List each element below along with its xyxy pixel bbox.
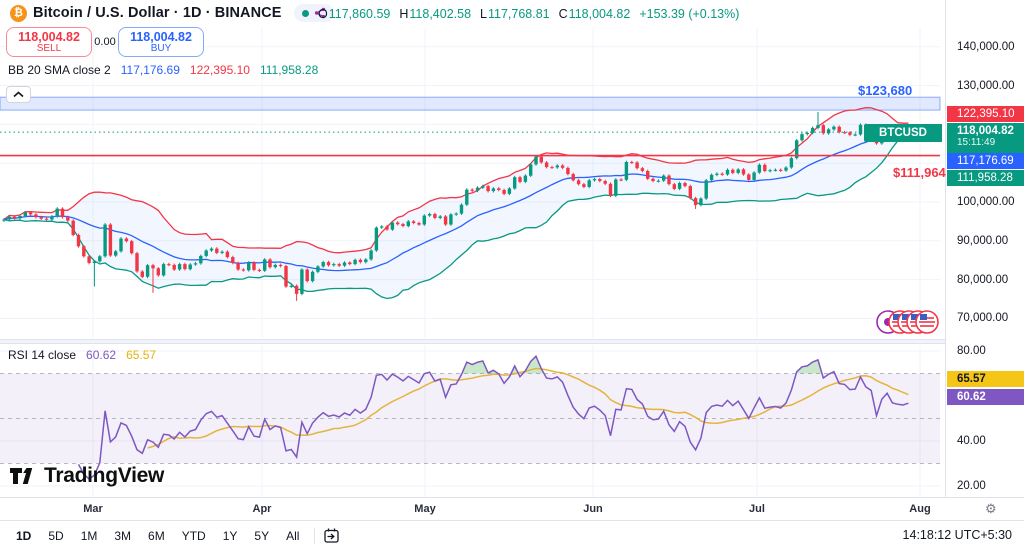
tradingview-chart-app: USD 122,395.10 118,004.82 15:11:49 117,1…	[0, 0, 1024, 550]
spread-value: 0.00	[94, 36, 116, 48]
market-open-dot-icon	[301, 9, 309, 17]
sell-button[interactable]: 118,004.82 SELL	[6, 27, 92, 57]
range-switcher: 1D 5D 1M 3M 6M YTD 1Y 5Y All	[6, 525, 306, 547]
resistance-price-label: $123,680	[858, 83, 913, 98]
rsi-tick-label: 40.00	[957, 435, 986, 447]
tradingview-logo[interactable]: TradingView	[10, 464, 164, 488]
collapse-pane-button[interactable]	[6, 86, 31, 103]
change-value: +153.39 (+0.13%)	[639, 7, 740, 21]
rsi-tick-label: 20.00	[957, 480, 986, 492]
bb-basis-axis-tag: 117,176.69	[947, 153, 1024, 169]
range-button-3m[interactable]: 3M	[107, 525, 138, 547]
flag-stack-icon	[876, 310, 939, 334]
axis-settings-gear-icon[interactable]: ⚙	[985, 501, 997, 517]
bb-title: BB 20 SMA close 2	[8, 63, 111, 77]
close-value: 118,004.82	[568, 7, 631, 21]
buy-button[interactable]: 118,004.82 BUY	[118, 27, 204, 57]
clock-timezone[interactable]: 14:18:12 UTC+5:30	[903, 528, 1012, 542]
month-label: Jul	[749, 503, 765, 515]
bb-basis-value: 117,176.69	[120, 63, 180, 77]
symbol-price-tag: BTCUSD	[864, 124, 942, 142]
range-button-1d[interactable]: 1D	[9, 525, 38, 547]
range-button-all[interactable]: All	[279, 525, 306, 547]
go-to-date-icon[interactable]	[323, 527, 340, 544]
price-tick-label: 80,000.00	[957, 273, 1009, 286]
chevron-up-icon	[13, 91, 24, 98]
bar-countdown: 15:11:49	[957, 137, 996, 148]
range-button-ytd[interactable]: YTD	[175, 525, 213, 547]
time-axis[interactable]: Mar Apr May Jun Jul Aug ⚙	[0, 497, 1024, 520]
ohlc-readout: O117,860.59 H118,402.58 L117,768.81 C118…	[318, 7, 740, 21]
range-button-5d[interactable]: 5D	[41, 525, 70, 547]
bb-lower-axis-tag: 111,958.28	[947, 170, 1024, 186]
last-price-axis-tag: 118,004.82 15:11:49	[947, 123, 1024, 153]
support-price-label: $111,964	[893, 165, 946, 180]
bb-upper-axis-tag: 122,395.10	[947, 106, 1024, 122]
price-tick-label: 100,000.00	[957, 196, 1015, 208]
toolbar-divider	[314, 527, 316, 544]
rsi-ma-axis-tag: 65.57	[947, 371, 1024, 387]
price-axis[interactable]: USD 122,395.10 118,004.82 15:11:49 117,1…	[945, 0, 1024, 497]
bb-upper-value: 122,395.10	[189, 63, 250, 77]
month-label: Aug	[909, 503, 931, 515]
range-button-1y[interactable]: 1Y	[216, 525, 245, 547]
high-value: 118,402.58	[409, 7, 472, 21]
month-label: Mar	[83, 503, 103, 515]
bottom-toolbar: 1D 5D 1M 3M 6M YTD 1Y 5Y All 14:18:12 UTC+5:30	[0, 520, 1024, 550]
pane-separator[interactable]	[0, 339, 1024, 344]
rsi-indicator-legend[interactable]: RSI 14 close 60.62 65.57	[8, 348, 156, 362]
range-button-6m[interactable]: 6M	[141, 525, 172, 547]
price-tick-label: 90,000.00	[957, 234, 1009, 247]
low-value: 117,768.81	[488, 7, 550, 21]
symbol-title[interactable]: Bitcoin / U.S. Dollar · 1D · BINANCE	[33, 5, 282, 21]
last-price-value: 118,004.82	[957, 125, 1014, 137]
month-label: Jun	[583, 503, 603, 515]
tradingview-wordmark: TradingView	[44, 464, 165, 487]
tradingview-mark-icon	[10, 468, 33, 484]
price-tick-label: 70,000.00	[957, 312, 1009, 325]
rsi-title: RSI 14 close	[8, 348, 77, 362]
month-label: Apr	[252, 503, 272, 515]
price-tick-label: 140,000.00	[957, 40, 1015, 53]
price-tick-label: 130,000.00	[957, 79, 1015, 92]
bitcoin-icon: ₿	[10, 4, 27, 22]
month-label: May	[414, 503, 436, 515]
rsi-value: 60.62	[86, 348, 117, 362]
range-button-1m[interactable]: 1M	[74, 525, 105, 547]
bb-indicator-legend[interactable]: BB 20 SMA close 2 117,176.69 122,395.10 …	[8, 63, 318, 77]
rsi-ma-value: 65.57	[126, 348, 157, 362]
open-value: 117,860.59	[328, 7, 391, 21]
range-button-5y[interactable]: 5Y	[247, 525, 276, 547]
bb-lower-value: 111,958.28	[259, 63, 319, 77]
rsi-value-axis-tag: 60.62	[947, 389, 1024, 405]
rsi-tick-label: 80.00	[957, 345, 986, 357]
